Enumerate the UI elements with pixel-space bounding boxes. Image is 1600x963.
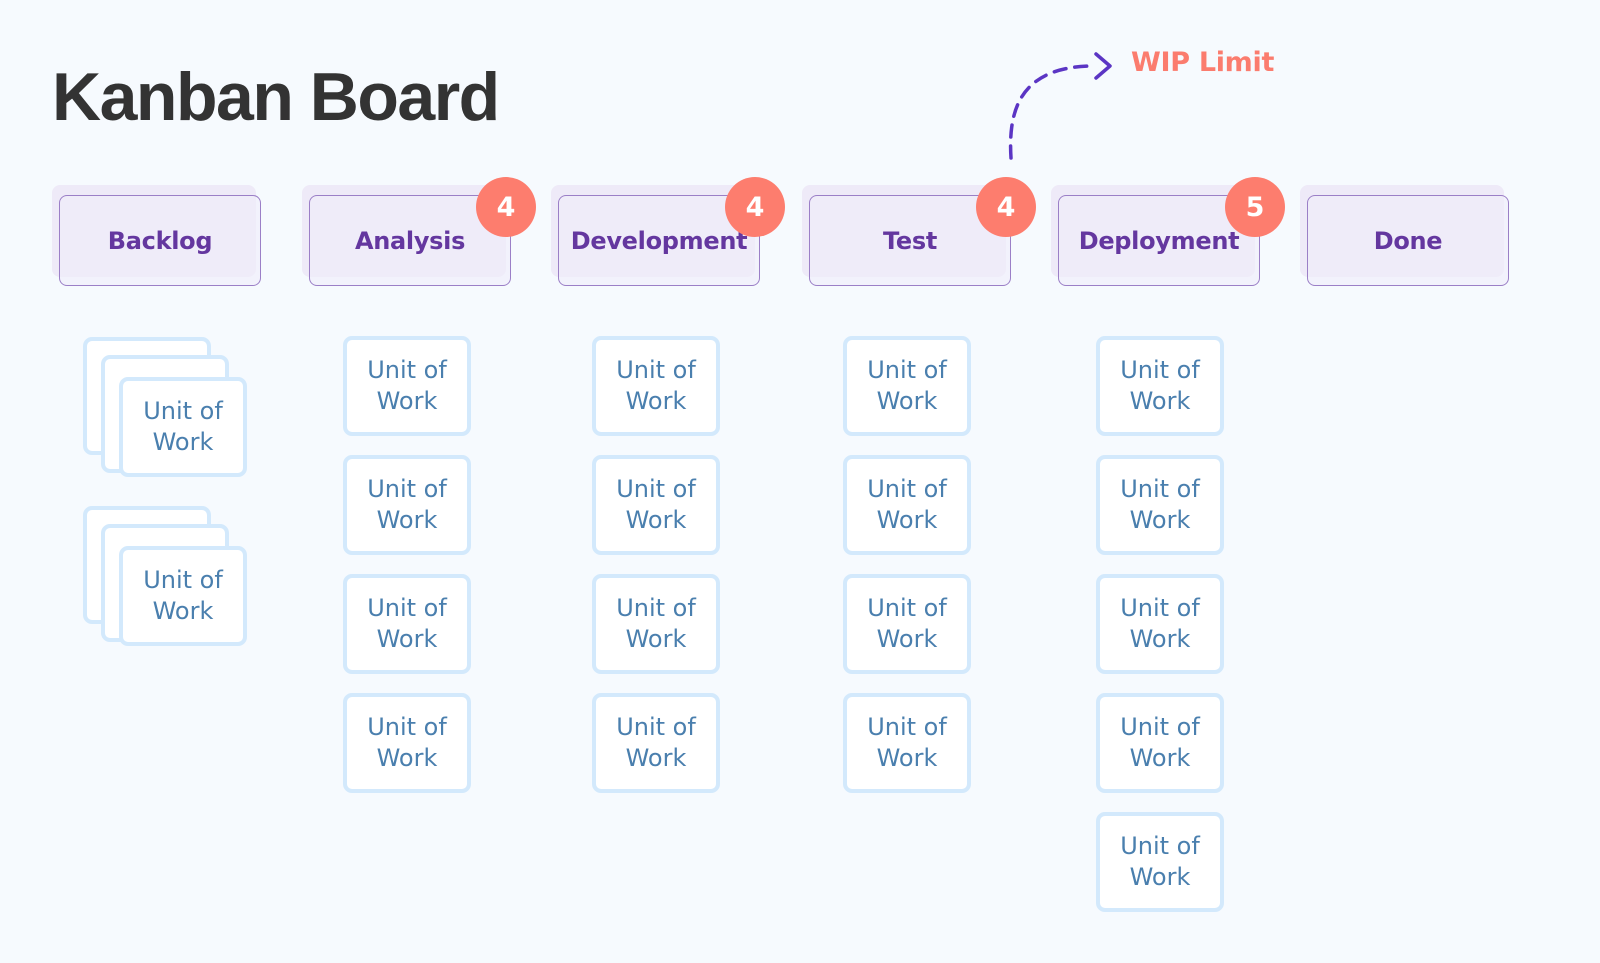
card-text-line1: Unit of — [1120, 356, 1200, 384]
work-card[interactable]: Unit of Work — [592, 693, 720, 793]
card-text-line1: Unit of — [1120, 713, 1200, 741]
work-card[interactable]: Unit of Work — [343, 574, 471, 674]
card-text-line2: Work — [1129, 625, 1191, 653]
work-card[interactable]: Unit of Work — [119, 546, 247, 646]
card-text: Unit of Work — [1120, 712, 1200, 774]
card-text-line2: Work — [1129, 506, 1191, 534]
work-card[interactable]: Unit of Work — [843, 455, 971, 555]
card-text: Unit of Work — [616, 712, 696, 774]
card-text-line1: Unit of — [1120, 832, 1200, 860]
card-text-line1: Unit of — [616, 594, 696, 622]
card-text-line2: Work — [376, 506, 438, 534]
card-text: Unit of Work — [367, 712, 447, 774]
wip-limit-label: WIP Limit — [1131, 47, 1275, 78]
card-text-line1: Unit of — [143, 397, 223, 425]
card-text-line1: Unit of — [616, 356, 696, 384]
work-card[interactable]: Unit of Work — [843, 693, 971, 793]
card-text-line1: Unit of — [367, 356, 447, 384]
card-text-line2: Work — [625, 387, 687, 415]
card-text-line2: Work — [376, 387, 438, 415]
card-text: Unit of Work — [143, 396, 223, 458]
card-text-line2: Work — [625, 506, 687, 534]
card-text-line2: Work — [376, 744, 438, 772]
wip-limit-badge: 4 — [976, 177, 1036, 237]
dashed-curved-arrow-icon — [1008, 52, 1112, 160]
card-text-line1: Unit of — [867, 356, 947, 384]
card-text: Unit of Work — [367, 593, 447, 655]
card-text-line2: Work — [876, 387, 938, 415]
card-text-line1: Unit of — [867, 475, 947, 503]
card-text: Unit of Work — [867, 593, 947, 655]
card-text-line2: Work — [876, 744, 938, 772]
work-card[interactable]: Unit of Work — [343, 455, 471, 555]
work-card[interactable]: Unit of Work — [592, 574, 720, 674]
column-header-label: Done — [1373, 226, 1443, 255]
card-text-line1: Unit of — [616, 475, 696, 503]
card-text: Unit of Work — [1120, 474, 1200, 536]
card-text: Unit of Work — [867, 474, 947, 536]
card-text: Unit of Work — [1120, 593, 1200, 655]
card-text-line2: Work — [625, 744, 687, 772]
card-text-line2: Work — [376, 625, 438, 653]
card-text-line2: Work — [152, 597, 214, 625]
work-card[interactable]: Unit of Work — [119, 377, 247, 477]
card-text-line1: Unit of — [367, 594, 447, 622]
card-text-line2: Work — [876, 625, 938, 653]
wip-limit-badge: 4 — [476, 177, 536, 237]
card-text-line1: Unit of — [1120, 594, 1200, 622]
card-text: Unit of Work — [367, 474, 447, 536]
work-card[interactable]: Unit of Work — [343, 693, 471, 793]
work-card[interactable]: Unit of Work — [843, 574, 971, 674]
work-card[interactable]: Unit of Work — [1096, 812, 1224, 912]
work-card[interactable]: Unit of Work — [1096, 693, 1224, 793]
page-title: Kanban Board — [52, 59, 500, 135]
card-text-line2: Work — [876, 506, 938, 534]
column-header-done[interactable]: Done — [1300, 185, 1512, 289]
card-text-line1: Unit of — [367, 713, 447, 741]
work-card[interactable]: Unit of Work — [592, 455, 720, 555]
card-text-line1: Unit of — [1120, 475, 1200, 503]
card-text-line2: Work — [1129, 744, 1191, 772]
column-header-label: Backlog — [107, 226, 213, 255]
card-text-line1: Unit of — [616, 713, 696, 741]
card-text-line2: Work — [625, 625, 687, 653]
card-text: Unit of Work — [616, 593, 696, 655]
card-text-line2: Work — [1129, 863, 1191, 891]
work-card[interactable]: Unit of Work — [1096, 455, 1224, 555]
column-header-backlog[interactable]: Backlog — [52, 185, 264, 289]
work-card[interactable]: Unit of Work — [343, 336, 471, 436]
work-card[interactable]: Unit of Work — [1096, 574, 1224, 674]
card-text-line2: Work — [152, 428, 214, 456]
card-text: Unit of Work — [616, 355, 696, 417]
card-text-line1: Unit of — [867, 713, 947, 741]
wip-limit-badge: 4 — [725, 177, 785, 237]
card-text: Unit of Work — [616, 474, 696, 536]
wip-limit-badge: 5 — [1225, 177, 1285, 237]
work-card[interactable]: Unit of Work — [843, 336, 971, 436]
card-text: Unit of Work — [143, 565, 223, 627]
card-text-line1: Unit of — [367, 475, 447, 503]
card-text-line1: Unit of — [143, 566, 223, 594]
card-text: Unit of Work — [867, 355, 947, 417]
card-text: Unit of Work — [867, 712, 947, 774]
card-text-line1: Unit of — [867, 594, 947, 622]
card-text: Unit of Work — [1120, 355, 1200, 417]
card-text: Unit of Work — [367, 355, 447, 417]
card-text-line2: Work — [1129, 387, 1191, 415]
work-card[interactable]: Unit of Work — [592, 336, 720, 436]
work-card[interactable]: Unit of Work — [1096, 336, 1224, 436]
card-text: Unit of Work — [1120, 831, 1200, 893]
